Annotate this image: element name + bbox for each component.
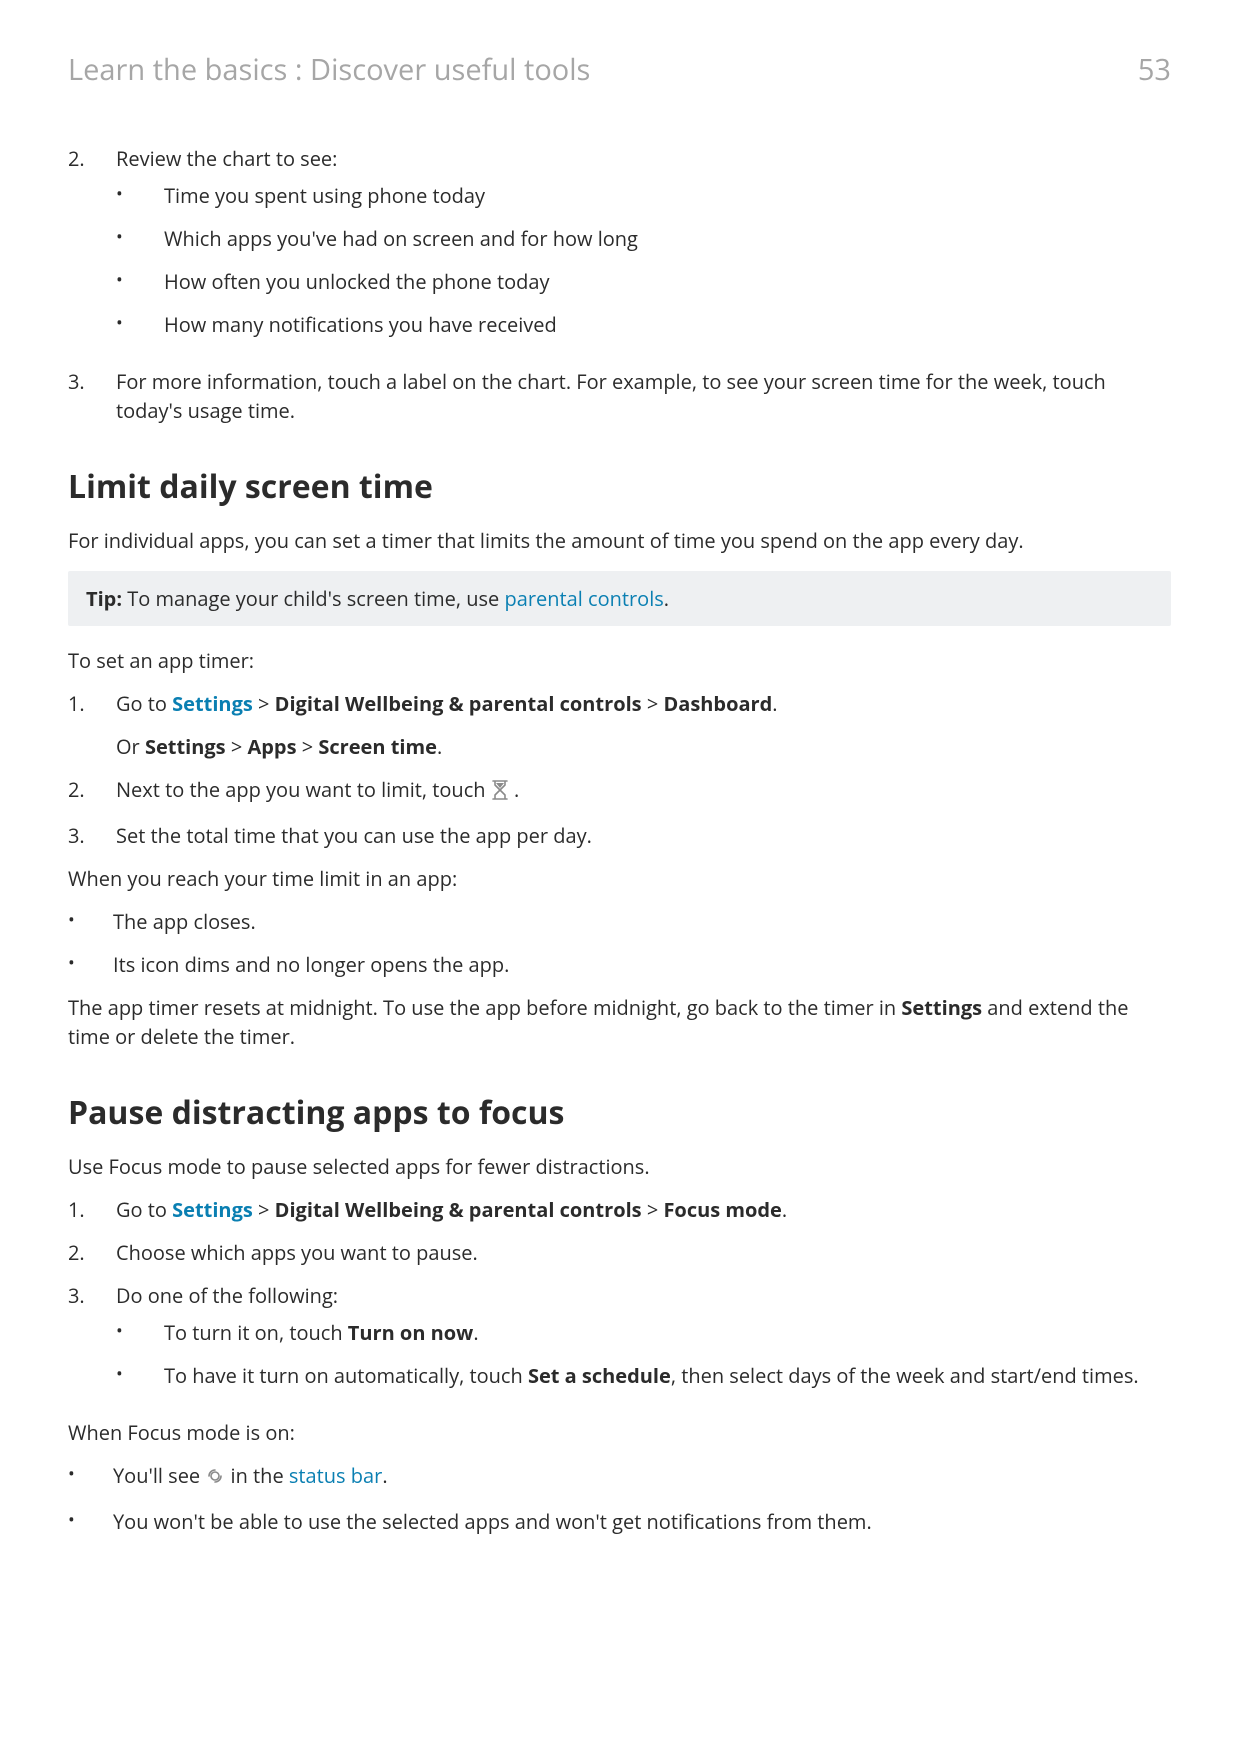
paragraph: The app timer resets at midnight. To use… — [68, 993, 1171, 1051]
paragraph: When you reach your time limit in an app… — [68, 864, 1171, 893]
bullet-icon: • — [68, 1507, 113, 1535]
bullet-icon: • — [116, 224, 164, 252]
list-text: . — [782, 1196, 787, 1223]
bullet-icon: • — [116, 1318, 164, 1346]
review-bullets: •Time you spent using phone today •Which… — [116, 181, 1171, 339]
page-header: Learn the basics : Discover useful tools… — [68, 50, 1171, 89]
set-timer-steps: 1. Go to Settings > Digital Wellbeing & … — [68, 689, 1171, 850]
link-settings[interactable]: Settings — [172, 1196, 253, 1223]
bullet-icon: • — [116, 181, 164, 209]
list-text: > — [226, 733, 248, 760]
link-settings[interactable]: Settings — [172, 690, 253, 717]
list-item: To turn it on, touch — [164, 1319, 348, 1346]
list-item: The app closes. — [113, 907, 256, 936]
paragraph-bold: Settings — [901, 994, 982, 1021]
list-text-bold: Apps — [247, 733, 296, 760]
list-text: > — [642, 1196, 664, 1223]
breadcrumb: Learn the basics : Discover useful tools — [68, 50, 590, 89]
list-item: To have it turn on automatically, touch — [164, 1362, 528, 1389]
list-marker: 3. — [68, 821, 116, 850]
tip-text: . — [664, 585, 669, 612]
list-item: Time you spent using phone today — [164, 181, 485, 210]
paragraph: When Focus mode is on: — [68, 1418, 1171, 1447]
list-marker: 1. — [68, 689, 116, 718]
list-item: Its icon dims and no longer opens the ap… — [113, 950, 509, 979]
list-marker: 2. — [68, 775, 116, 804]
bullet-icon: • — [116, 1361, 164, 1389]
reach-limit-bullets: •The app closes. •Its icon dims and no l… — [68, 907, 1171, 979]
list-text: For more information, touch a label on t… — [116, 368, 1106, 424]
list-item: . — [382, 1462, 387, 1489]
focus-steps: 1. Go to Settings > Digital Wellbeing & … — [68, 1195, 1171, 1404]
list-text: Do one of the following: — [116, 1282, 338, 1309]
list-text-bold: Dashboard — [663, 690, 772, 717]
bullet-icon: • — [68, 907, 113, 935]
list-item: Which apps you've had on screen and for … — [164, 224, 638, 253]
list-item: You'll see — [113, 1462, 205, 1489]
list-text: Review the chart to see: — [116, 145, 337, 172]
list-text: Go to — [116, 1196, 172, 1223]
list-text: > — [253, 1196, 275, 1223]
list-marker: 2. — [68, 1238, 116, 1267]
bullet-icon: • — [116, 267, 164, 295]
bullet-icon: • — [68, 950, 113, 978]
list-item: in the — [231, 1462, 289, 1489]
list-text: > — [642, 690, 664, 717]
list-text: Go to — [116, 690, 172, 717]
list-item: . — [473, 1319, 478, 1346]
bullet-icon: • — [116, 310, 164, 338]
heading-limit-daily-screen-time: Limit daily screen time — [68, 465, 1171, 508]
list-text-bold: Focus mode — [663, 1196, 781, 1223]
bullet-icon: • — [68, 1461, 113, 1489]
list-text-bold: Screen time — [318, 733, 437, 760]
list-text-bold: Digital Wellbeing & parental controls — [275, 1196, 642, 1223]
paragraph: Use Focus mode to pause selected apps fo… — [68, 1152, 1171, 1181]
list-text: Choose which apps you want to pause. — [116, 1239, 478, 1266]
list-item: How often you unlocked the phone today — [164, 267, 550, 296]
tip-label: Tip: — [86, 585, 122, 612]
list-text: . — [514, 776, 519, 803]
list-text: . — [772, 690, 777, 717]
list-marker: 1. — [68, 1195, 116, 1224]
list-text: Set the total time that you can use the … — [116, 822, 592, 849]
list-marker: 3. — [68, 1281, 116, 1310]
tip-text: To manage your child's screen time, use — [122, 585, 504, 612]
list-text: Next to the app you want to limit, touch — [116, 776, 491, 803]
paragraph-text: The app timer resets at midnight. To use… — [68, 994, 901, 1021]
list-text-bold: Digital Wellbeing & parental controls — [275, 690, 642, 717]
page-number: 53 — [1138, 50, 1171, 89]
list-text: Or — [116, 733, 145, 760]
list-text: > — [253, 690, 275, 717]
list-item-bold: Turn on now — [348, 1319, 474, 1346]
tip-box: Tip: To manage your child's screen time,… — [68, 571, 1171, 626]
focus-mode-status-icon — [205, 1464, 225, 1493]
list-text-bold: Settings — [145, 733, 226, 760]
paragraph: To set an app timer: — [68, 646, 1171, 675]
hourglass-icon — [491, 778, 509, 807]
paragraph: For individual apps, you can set a timer… — [68, 526, 1171, 555]
heading-pause-distracting-apps: Pause distracting apps to focus — [68, 1091, 1171, 1134]
list-text: . — [437, 733, 442, 760]
when-focus-on-bullets: • You'll see in the status bar. • You wo… — [68, 1461, 1171, 1536]
list-item-bold: Set a schedule — [528, 1362, 671, 1389]
list-item: , then select days of the week and start… — [671, 1362, 1139, 1389]
link-status-bar[interactable]: status bar — [289, 1462, 382, 1489]
link-parental-controls[interactable]: parental controls — [504, 585, 663, 612]
list-item: You won't be able to use the selected ap… — [113, 1507, 872, 1536]
list-item: How many notifications you have received — [164, 310, 557, 339]
review-chart-list: 2. Review the chart to see: •Time you sp… — [68, 144, 1171, 425]
list-marker: 3. — [68, 367, 116, 396]
list-marker: 2. — [68, 144, 116, 173]
focus-sub-bullets: • To turn it on, touch Turn on now. • To… — [116, 1318, 1171, 1390]
list-text: > — [297, 733, 319, 760]
